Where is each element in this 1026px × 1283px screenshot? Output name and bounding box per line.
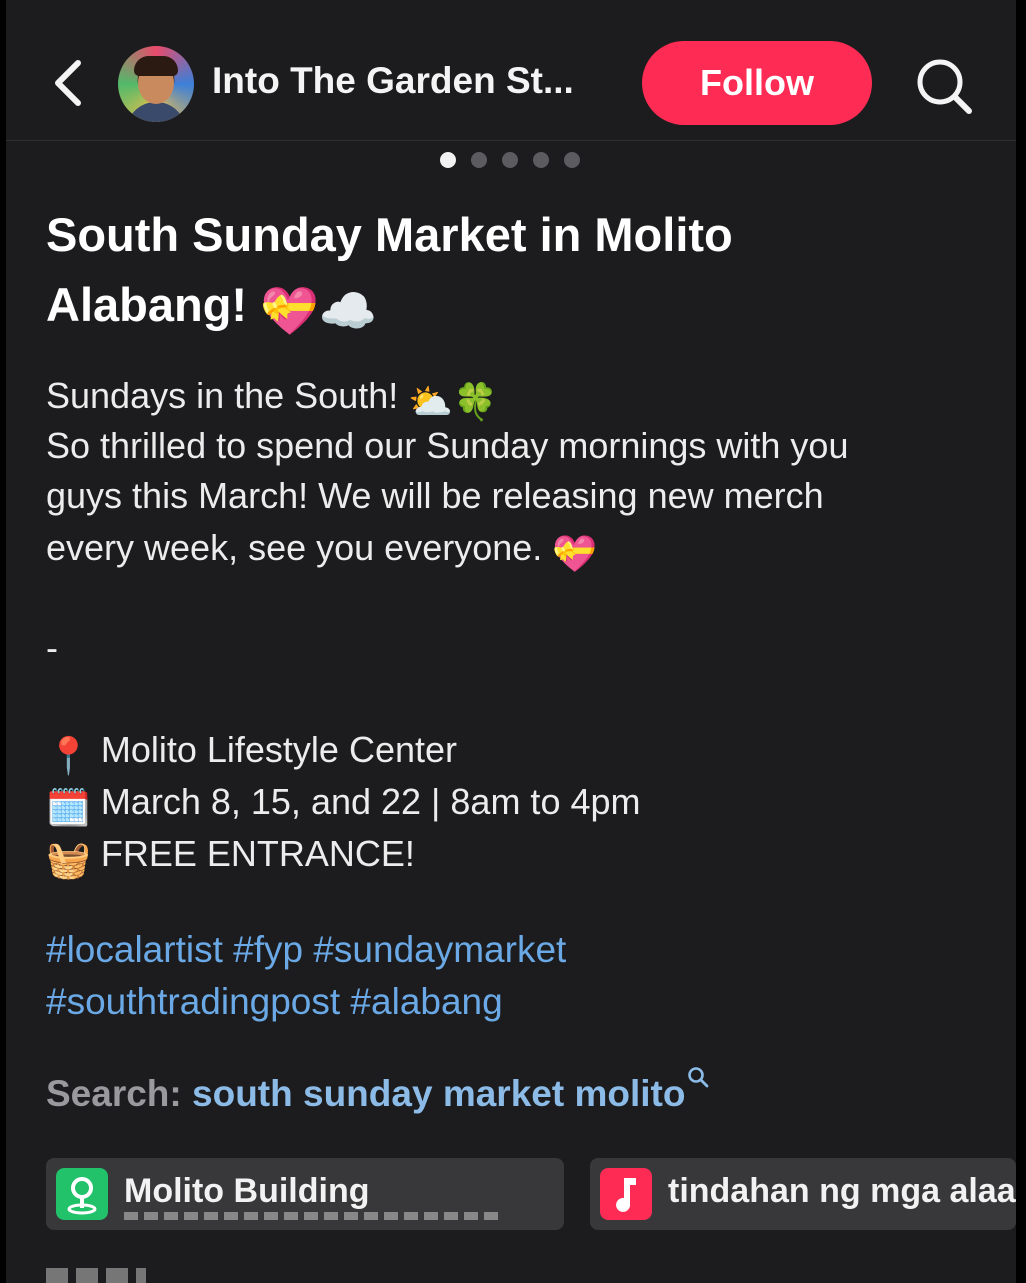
pager-dot-4[interactable]: [533, 152, 549, 168]
back-arrow-icon[interactable]: [48, 55, 88, 111]
account-name[interactable]: Into The Garden St...: [212, 60, 574, 102]
sound-chip[interactable]: tindahan ng mga alaala: [590, 1158, 1016, 1230]
body-line-3: every week, see you everyone. 💝: [46, 522, 597, 580]
separator: -: [46, 627, 58, 668]
location-chip[interactable]: Molito Building: [46, 1158, 564, 1230]
title-line-2: Alabang!: [46, 278, 248, 331]
music-note-icon: [600, 1168, 652, 1220]
avatar-hair: [134, 56, 178, 76]
location-line: 📍 Molito Lifestyle Center: [46, 724, 457, 782]
pager-dot-1[interactable]: [440, 152, 456, 168]
intro-text: Sundays in the South!: [46, 375, 399, 416]
pager-dot-5[interactable]: [564, 152, 580, 168]
entrance-line: 🧺 FREE ENTRANCE!: [46, 828, 415, 886]
dates-text: March 8, 15, and 22 | 8am to 4pm: [100, 781, 641, 822]
location-text: Molito Lifestyle Center: [100, 729, 457, 770]
dates-line: 🗓️ March 8, 15, and 22 | 8am to 4pm: [46, 776, 641, 834]
location-chip-subtext: [124, 1212, 504, 1220]
small-search-icon: [688, 1067, 709, 1088]
search-suggestion[interactable]: Search: south sunday market molito: [46, 1066, 709, 1115]
body-line-2: guys this March! We will be releasing ne…: [46, 475, 824, 516]
pager-dot-3[interactable]: [502, 152, 518, 168]
post-title: South Sunday Market in Molito Alabang! 💝…: [46, 200, 976, 346]
post-detail-screen: Into The Garden St... Follow South Sunda…: [6, 0, 1016, 1283]
next-section-peek: [46, 1268, 146, 1283]
location-chip-label: Molito Building: [124, 1172, 370, 1210]
sound-chip-label: tindahan ng mga alaala: [668, 1172, 1016, 1210]
title-line-1: South Sunday Market in Molito: [46, 208, 733, 261]
follow-button[interactable]: Follow: [642, 41, 872, 125]
search-prefix: Search:: [46, 1073, 182, 1114]
location-pin-icon: [56, 1168, 108, 1220]
carousel-pager[interactable]: [440, 152, 580, 168]
heart-ribbon-cloud-emoji: 💝☁️: [260, 284, 378, 337]
avatar-shirt: [126, 102, 186, 122]
avatar[interactable]: [118, 46, 194, 122]
body-line-3-text: every week, see you everyone.: [46, 527, 543, 568]
search-term[interactable]: south sunday market molito: [192, 1073, 685, 1114]
hashtags-line-1[interactable]: #localartist #fyp #sundaymarket: [46, 929, 566, 970]
calendar-icon: 🗓️: [46, 787, 91, 828]
top-bar: Into The Garden St... Follow: [6, 0, 1016, 141]
body-line-1: So thrilled to spend our Sunday mornings…: [46, 425, 849, 466]
basket-icon: 🧺: [46, 839, 91, 880]
hashtags-line-2[interactable]: #southtradingpost #alabang: [46, 981, 503, 1022]
pin-icon: 📍: [46, 735, 91, 776]
entrance-text: FREE ENTRANCE!: [100, 833, 415, 874]
heart-ribbon-emoji: 💝: [552, 533, 598, 574]
hashtags: #localartist #fyp #sundaymarket #southtr…: [46, 924, 566, 1028]
pager-dot-2[interactable]: [471, 152, 487, 168]
search-icon[interactable]: [914, 56, 974, 116]
